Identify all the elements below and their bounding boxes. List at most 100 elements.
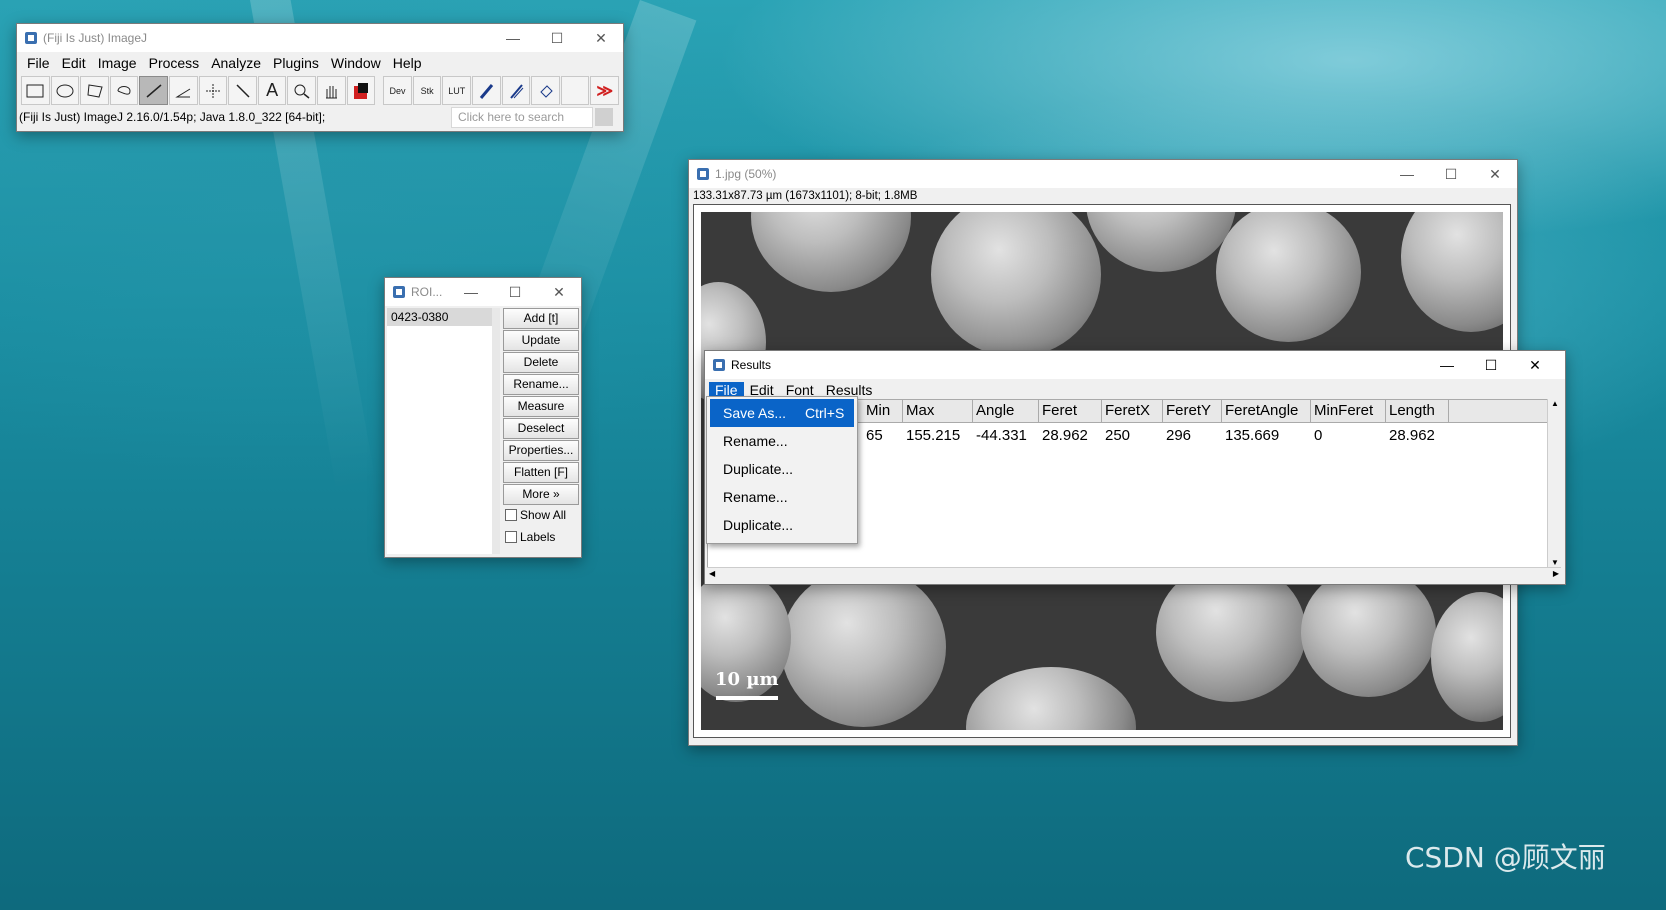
point-tool-icon[interactable] [198, 76, 228, 105]
scroll-right-arrow-icon[interactable]: ▶ [1553, 569, 1559, 578]
menu-file[interactable]: File [21, 55, 56, 71]
menu-window[interactable]: Window [325, 55, 387, 71]
menu-item-label: Rename... [723, 433, 788, 449]
flatten-button[interactable]: Flatten [F] [503, 462, 579, 483]
scroll-down-arrow-icon[interactable]: ▼ [1548, 558, 1562, 567]
search-button[interactable] [595, 108, 613, 126]
column-header[interactable]: Feret [1039, 400, 1102, 422]
pencil-tool-icon[interactable] [472, 76, 501, 105]
empty-tool-slot[interactable] [560, 76, 590, 105]
minimize-button[interactable]: — [491, 24, 535, 52]
more-tools-icon[interactable]: ≫ [590, 76, 620, 105]
roi-list-scrollbar[interactable] [492, 308, 500, 554]
column-header[interactable]: FeretX [1102, 400, 1163, 422]
imagej-status-bar: (Fiji Is Just) ImageJ 2.16.0/1.54p; Java… [17, 106, 623, 128]
menu-item-label: Duplicate... [723, 461, 794, 477]
column-header[interactable]: Min [863, 400, 903, 422]
polygon-tool-icon[interactable] [80, 76, 109, 105]
maximize-button[interactable]: ☐ [493, 278, 537, 306]
column-header[interactable]: Angle [973, 400, 1039, 422]
checkbox-box[interactable] [505, 531, 517, 543]
text-tool-icon[interactable]: A [257, 76, 287, 105]
watermark: CSDN @顾文丽 [1405, 841, 1606, 874]
menu-item-rename[interactable]: Rename... [707, 483, 857, 511]
freehand-tool-icon[interactable] [109, 76, 139, 105]
image-titlebar[interactable]: 1.jpg (50%) — ☐ ✕ [689, 160, 1517, 188]
close-button[interactable]: ✕ [1513, 351, 1557, 379]
flood-fill-tool-icon[interactable] [531, 76, 560, 105]
properties-button[interactable]: Properties... [503, 440, 579, 461]
particle [1086, 212, 1236, 272]
table-cell: 28.962 [1389, 427, 1435, 444]
wand-tool-icon[interactable] [228, 76, 257, 105]
menu-item-label: Duplicate... [723, 517, 794, 533]
menu-help[interactable]: Help [387, 55, 428, 71]
maximize-button[interactable]: ☐ [1429, 160, 1473, 188]
table-cell: 296 [1166, 427, 1192, 444]
close-button[interactable]: ✕ [579, 24, 623, 52]
brush-tool-icon[interactable] [501, 76, 531, 105]
column-header[interactable]: Max [903, 400, 973, 422]
roi-titlebar[interactable]: ROI... — ☐ ✕ [385, 278, 581, 306]
menu-item-duplicate[interactable]: Duplicate... [707, 511, 857, 539]
particle [1401, 212, 1503, 332]
particle [781, 567, 946, 727]
column-header[interactable]: FeretY [1163, 400, 1222, 422]
column-header[interactable]: MinFeret [1311, 400, 1386, 422]
menu-item-duplicate[interactable]: Duplicate... [707, 455, 857, 483]
close-button[interactable]: ✕ [1473, 160, 1517, 188]
results-app-icon [713, 359, 725, 371]
close-button[interactable]: ✕ [537, 278, 581, 306]
roi-manager-window: ROI... — ☐ ✕ 0423-0380 Add [t] Update De… [384, 277, 582, 558]
minimize-button[interactable]: — [1425, 351, 1469, 379]
menu-process[interactable]: Process [143, 55, 206, 71]
maximize-button[interactable]: ☐ [1469, 351, 1513, 379]
add-button[interactable]: Add [t] [503, 308, 579, 329]
oval-tool-icon[interactable] [50, 76, 80, 105]
menu-image[interactable]: Image [92, 55, 143, 71]
imagej-titlebar[interactable]: (Fiji Is Just) ImageJ — ☐ ✕ [17, 24, 623, 52]
roi-list[interactable]: 0423-0380 [387, 308, 492, 554]
dev-tool-button[interactable]: Dev [383, 76, 412, 105]
results-titlebar[interactable]: Results — ☐ ✕ [705, 351, 1565, 379]
roi-list-item[interactable]: 0423-0380 [387, 308, 492, 326]
results-horizontal-scrollbar[interactable]: ◀ ▶ [707, 567, 1561, 582]
column-header[interactable]: Length [1386, 400, 1449, 422]
lut-tool-button[interactable]: LUT [442, 76, 472, 105]
menu-item-save-as[interactable]: Save As... Ctrl+S [710, 399, 854, 427]
search-input[interactable]: Click here to search [451, 107, 593, 128]
delete-button[interactable]: Delete [503, 352, 579, 373]
maximize-button[interactable]: ☐ [535, 24, 579, 52]
menu-item-label: Rename... [723, 489, 788, 505]
rename-button[interactable]: Rename... [503, 374, 579, 395]
more-button[interactable]: More » [503, 484, 579, 505]
color-picker-icon[interactable] [346, 76, 376, 105]
checkbox-box[interactable] [505, 509, 517, 521]
rectangle-tool-icon[interactable] [21, 76, 50, 105]
show-all-label: Show All [520, 508, 567, 522]
line-tool-icon[interactable] [139, 76, 169, 105]
menu-analyze[interactable]: Analyze [205, 55, 267, 71]
scroll-left-arrow-icon[interactable]: ◀ [709, 569, 715, 578]
column-header[interactable]: FeretAngle [1222, 400, 1311, 422]
results-vertical-scrollbar[interactable]: ▲ ▼ [1547, 399, 1562, 567]
particle [751, 212, 911, 292]
magnifier-tool-icon[interactable] [287, 76, 317, 105]
angle-tool-icon[interactable] [169, 76, 198, 105]
minimize-button[interactable]: — [449, 278, 493, 306]
measure-button[interactable]: Measure [503, 396, 579, 417]
hand-tool-icon[interactable] [317, 76, 346, 105]
minimize-button[interactable]: — [1385, 160, 1429, 188]
particle [931, 212, 1101, 357]
labels-checkbox[interactable]: Labels [505, 530, 555, 544]
menu-plugins[interactable]: Plugins [267, 55, 325, 71]
menu-edit[interactable]: Edit [56, 55, 92, 71]
menu-item-rename[interactable]: Rename... [707, 427, 857, 455]
scroll-up-arrow-icon[interactable]: ▲ [1548, 399, 1562, 408]
show-all-checkbox[interactable]: Show All [505, 508, 566, 522]
deselect-button[interactable]: Deselect [503, 418, 579, 439]
stk-tool-button[interactable]: Stk [412, 76, 442, 105]
table-cell: 155.215 [906, 427, 961, 444]
update-button[interactable]: Update [503, 330, 579, 351]
table-cell: 135.669 [1225, 427, 1280, 444]
